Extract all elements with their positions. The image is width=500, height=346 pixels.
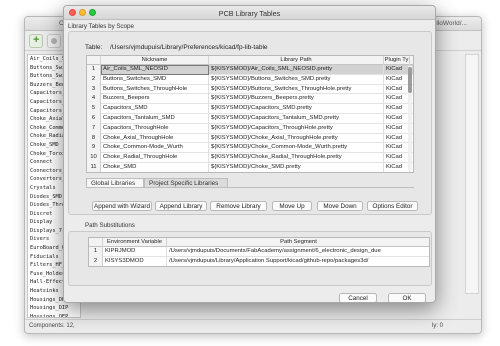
library-path-cell[interactable]: ${KISYSMOD}/Capacitors_SMD.pretty [209, 104, 384, 114]
table-row[interactable]: 5 Capacitors_SMD ${KISYSMOD}/Capacitors_SM… [87, 104, 413, 114]
plugin-type-column-header[interactable]: Plugin Ty [384, 56, 410, 65]
ok-button[interactable]: OK [388, 293, 426, 302]
nickname-cell[interactable]: Buttons_Switches_ThroughHole [101, 84, 209, 95]
nickname-cell[interactable]: Choke_Radial_ThroughHole [101, 153, 209, 163]
library-path-cell[interactable]: ${KISYSMOD}/Capacitors_Tantalum_SMD.pret… [209, 114, 384, 124]
row-number: 5 [87, 104, 101, 114]
library-table[interactable]: Nickname Library Path Plugin Ty 1 Air_Coi… [86, 55, 414, 173]
row-number: 10 [87, 153, 101, 163]
library-table-scroll-thumb[interactable] [408, 67, 412, 93]
row-number: 1 [87, 65, 101, 75]
remove-library-button[interactable]: Remove Library [210, 201, 267, 211]
plugin-type-cell[interactable]: KiCad [384, 65, 410, 75]
path-segment-cell[interactable]: /Users/vjmdupuis/Library/Application Sup… [167, 257, 429, 266]
environment-variable-cell[interactable]: KISYS3DMOD [103, 256, 167, 266]
nickname-cell[interactable]: Air_Coils_SML_NEOSID [101, 65, 209, 75]
row-number: 8 [87, 133, 101, 144]
nickname-cell[interactable]: Choke_SMD [101, 163, 209, 172]
table-row[interactable]: 9 Choke_Common-Mode_Wurth ${KISYSMOD}/Chok… [87, 143, 413, 154]
add-icon[interactable]: + [29, 34, 43, 48]
library-list-item[interactable]: Housings_DIP [28, 304, 80, 313]
table-row[interactable]: 4 Buzzers_Beepers ${KISYSMOD}/Buzzers_Beep… [87, 94, 413, 105]
plugin-type-cell[interactable]: KiCad [384, 153, 410, 163]
nickname-cell[interactable]: Choke_Axial_ThroughHole [101, 133, 209, 144]
right-panel [465, 54, 479, 294]
row-number: 9 [87, 143, 101, 154]
row-number-header [89, 238, 103, 247]
row-number: 2 [89, 256, 103, 266]
table-row[interactable]: 2 KISYS3DMOD/Users/vjmdupuis/Library/Appl… [89, 256, 429, 266]
row-number: 11 [87, 163, 101, 172]
nickname-cell[interactable]: Choke_Common-Mode_Wurth [101, 143, 209, 154]
row-number: 3 [87, 84, 101, 95]
library-path-cell[interactable]: ${KISYSMOD}/Choke_Common-Mode_Wurth.pret… [209, 143, 384, 154]
append-library-button[interactable]: Append Library [155, 201, 207, 211]
dialog-titlebar: PCB Library Tables [64, 6, 435, 20]
table-row[interactable]: 6 Capacitors_Tantalum_SMD ${KISYSMOD}/Capa… [87, 114, 413, 124]
table-row[interactable]: 11 Choke_SMD ${KISYSMOD}/Choke_SMD.pretty K… [87, 163, 413, 172]
path-segment-cell[interactable]: /Users/vjmdupuis/Documents/FabAcademy/as… [167, 247, 429, 257]
table-row[interactable]: 10 Choke_Radial_ThroughHole ${KISYSMOD}/Ch… [87, 153, 413, 163]
row-number-header [87, 56, 101, 65]
library-table-header: Nickname Library Path Plugin Ty [87, 56, 413, 65]
row-number: 7 [87, 123, 101, 134]
nickname-cell[interactable]: Buttons_Switches_SMD [101, 74, 209, 85]
library-path-cell[interactable]: ${KISYSMOD}/Choke_Axial_ThroughHole.pret… [209, 133, 384, 144]
row-number: 1 [89, 247, 103, 257]
move-down-button[interactable]: Move Down [317, 201, 363, 211]
library-path-cell[interactable]: ${KISYSMOD}/Capacitors_ThroughHole.prett… [209, 123, 384, 134]
table-row[interactable]: 3 Buttons_Switches_ThroughHole ${KISYSMOD}… [87, 84, 413, 95]
path-segment-column-header[interactable]: Path Segment [167, 238, 429, 247]
plugin-type-cell[interactable]: KiCad [384, 163, 410, 172]
nickname-cell[interactable]: Capacitors_SMD [101, 104, 209, 114]
dialog-title: PCB Library Tables [218, 8, 281, 18]
append-with-wizard-button[interactable]: Append with Wizard [92, 201, 152, 211]
library-path-cell[interactable]: ${KISYSMOD}/Choke_Radial_ThroughHole.pre… [209, 153, 384, 163]
environment-variable-cell[interactable]: KIPRJMOD [103, 247, 167, 257]
path-substitutions-header: Environment Variable Path Segment [89, 238, 429, 247]
row-number: 4 [87, 94, 101, 105]
nickname-cell[interactable]: Capacitors_Tantalum_SMD [101, 114, 209, 124]
table-row[interactable]: 7 Capacitors_ThroughHole ${KISYSMOD}/Capac… [87, 123, 413, 134]
library-path-cell[interactable]: ${KISYSMOD}/Buzzers_Beepers.pretty [209, 94, 384, 105]
plugin-type-cell[interactable]: KiCad [384, 74, 410, 85]
pcb-library-tables-dialog: PCB Library Tables Library Tables by Sco… [63, 5, 436, 303]
nickname-column-header[interactable]: Nickname [101, 56, 209, 65]
plugin-type-cell[interactable]: KiCad [384, 94, 410, 105]
status-bar: Components: 12, ly: 0 [25, 319, 481, 333]
library-path-cell[interactable]: ${KISYSMOD}/Buttons_Switches_SMD.pretty [209, 74, 384, 85]
move-up-button[interactable]: Move Up [272, 201, 312, 211]
table-row[interactable]: 1 KIPRJMOD/Users/vjmdupuis/Documents/FabA… [89, 247, 429, 257]
options-editor-button[interactable]: Options Editor [367, 201, 418, 211]
circle-tool-icon[interactable] [47, 34, 61, 48]
path-substitutions-table[interactable]: Environment Variable Path Segment 1 KIPRJ… [88, 237, 430, 267]
scope-group-label: Library Tables by Scope [68, 23, 134, 30]
library-path-column-header[interactable]: Library Path [209, 56, 384, 65]
plugin-type-cell[interactable]: KiCad [384, 84, 410, 95]
nickname-cell[interactable]: Capacitors_ThroughHole [101, 123, 209, 134]
row-number: 2 [87, 74, 101, 85]
row-number: 6 [87, 114, 101, 124]
plugin-type-cell[interactable]: KiCad [384, 123, 410, 134]
path-substitutions-label: Path Substitutions [85, 222, 135, 229]
library-list-item[interactable]: Housings_QFP [28, 313, 80, 317]
table-label: Table: [85, 44, 103, 51]
table-path: /Users/vjmdupuis/Library/Preferences/kic… [110, 44, 268, 51]
table-row[interactable]: 1 Air_Coils_SML_NEOSID ${KISYSMOD}/Air_Coi… [87, 65, 413, 75]
nickname-cell[interactable]: Buzzers_Beepers [101, 94, 209, 105]
library-path-cell[interactable]: ${KISYSMOD}/Choke_SMD.pretty [209, 163, 384, 172]
environment-variable-column-header[interactable]: Environment Variable [103, 238, 167, 247]
status-text-right: ly: 0 [431, 323, 443, 329]
plugin-type-cell[interactable]: KiCad [384, 104, 410, 114]
table-row[interactable]: 2 Buttons_Switches_SMD ${KISYSMOD}/Buttons… [87, 74, 413, 85]
cancel-button[interactable]: Cancel [339, 293, 377, 302]
tab-divider [86, 187, 414, 188]
library-path-cell[interactable]: ${KISYSMOD}/Buttons_Switches_ThroughHole… [209, 84, 384, 95]
table-row[interactable]: 8 Choke_Axial_ThroughHole ${KISYSMOD}/Chok… [87, 133, 413, 144]
library-path-cell[interactable]: ${KISYSMOD}/Air_Coils_SML_NEOSID.pretty [209, 65, 384, 75]
plugin-type-cell[interactable]: KiCad [384, 143, 410, 154]
status-text-left: Components: 12, [29, 323, 75, 329]
plugin-type-cell[interactable]: KiCad [384, 133, 410, 144]
plugin-type-cell[interactable]: KiCad [384, 114, 410, 124]
